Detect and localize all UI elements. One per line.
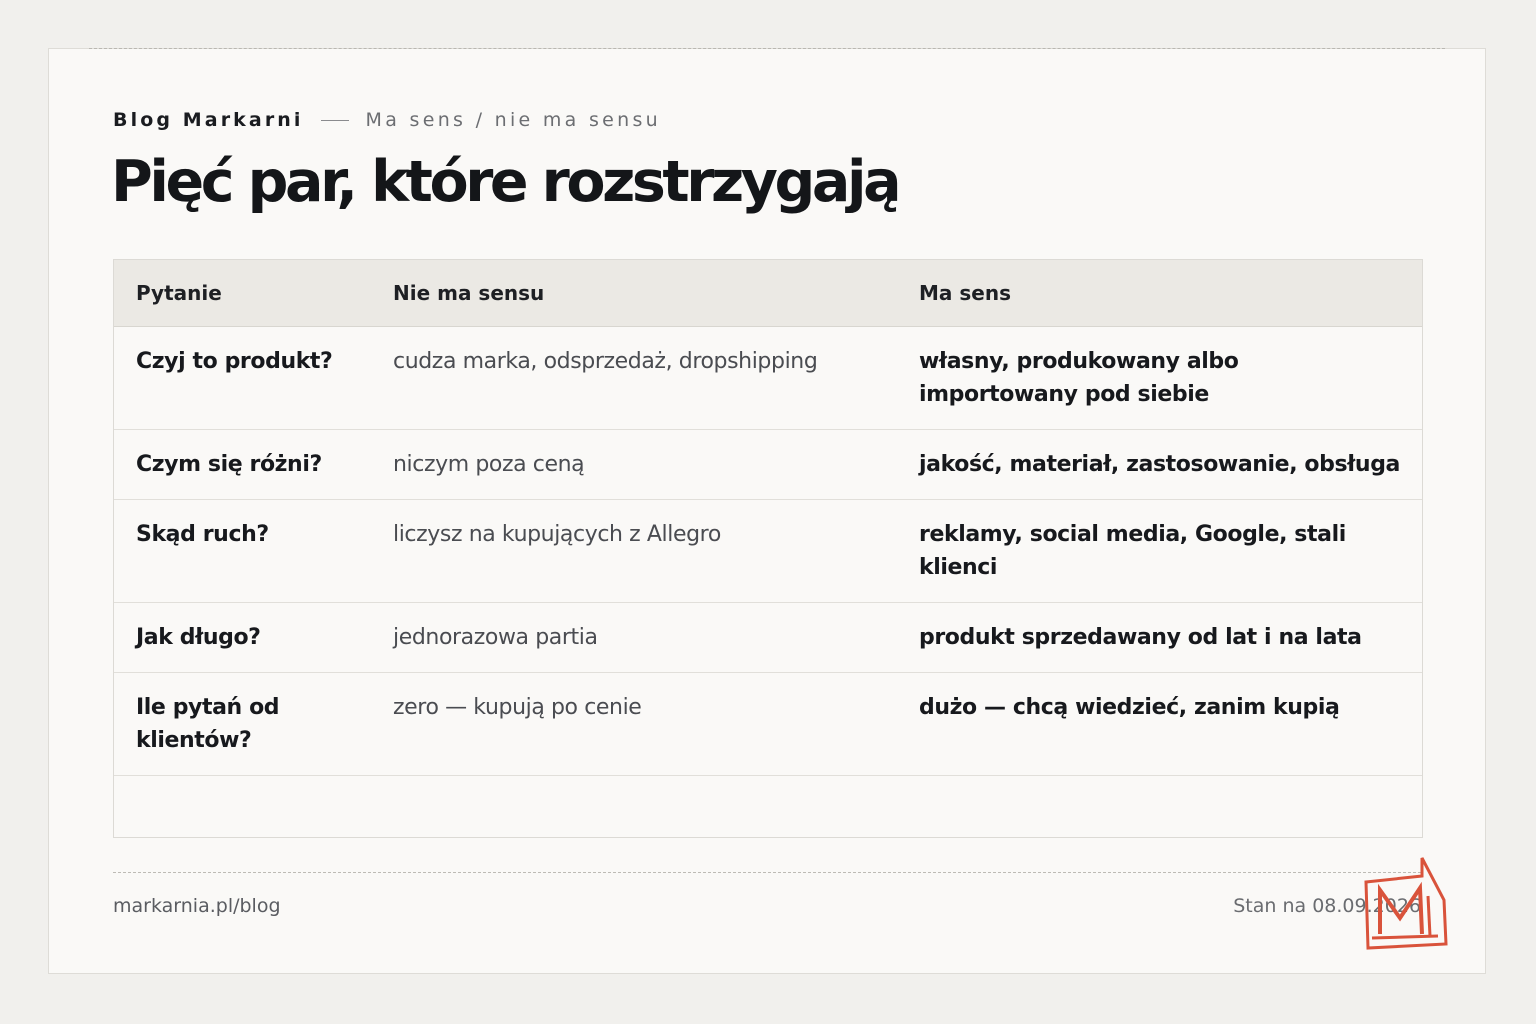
article-card: Blog Markarni Ma sens / nie ma sensu Pię… xyxy=(48,48,1486,974)
blog-brand[interactable]: Blog Markarni xyxy=(113,109,304,131)
table-row: Czyj to produkt? cudza marka, odsprzedaż… xyxy=(114,326,1422,430)
makes-sense-cell: własny, produkowany albo importowany pod… xyxy=(897,326,1422,430)
question-cell: Skąd ruch? xyxy=(114,499,371,603)
makes-sense-cell: dużo — chcą wiedzieć, zanim kupią xyxy=(897,672,1422,776)
footer-divider xyxy=(113,872,1421,873)
no-sense-cell: cudza marka, odsprzedaż, dropshipping xyxy=(371,326,897,430)
column-header-makes-sense: Ma sens xyxy=(897,260,1422,327)
makes-sense-cell: reklamy, social media, Google, stali kli… xyxy=(897,499,1422,603)
markarnia-logo-icon xyxy=(1364,857,1448,950)
table-row: Czym się różni? niczym poza ceną jakość,… xyxy=(114,429,1422,500)
table-row: Ile pytań od klientów? zero — kupują po … xyxy=(114,672,1422,776)
question-cell: Czym się różni? xyxy=(114,429,371,500)
makes-sense-cell: produkt sprzedawany od lat i na lata xyxy=(897,602,1422,673)
question-cell: Ile pytań od klientów? xyxy=(114,672,371,776)
question-cell: Czyj to produkt? xyxy=(114,326,371,430)
table-row: Skąd ruch? liczysz na kupujących z Alleg… xyxy=(114,499,1422,603)
table-row: Jak długo? jednorazowa partia produkt sp… xyxy=(114,602,1422,673)
column-header-no-sense: Nie ma sensu xyxy=(371,260,897,327)
no-sense-cell: niczym poza ceną xyxy=(371,429,897,500)
table-header-row: Pytanie Nie ma sensu Ma sens xyxy=(114,260,1422,327)
page-title: Pięć par, które rozstrzygają xyxy=(111,149,902,215)
question-cell: Jak długo? xyxy=(114,602,371,673)
card-top-divider xyxy=(89,48,1445,49)
no-sense-cell: liczysz na kupujących z Allegro xyxy=(371,499,897,603)
makes-sense-cell: jakość, materiał, zastosowanie, obsługa xyxy=(897,429,1422,500)
comparison-table: Pytanie Nie ma sensu Ma sens Czyj to pro… xyxy=(113,259,1423,838)
breadcrumb-separator xyxy=(320,119,349,121)
no-sense-cell: jednorazowa partia xyxy=(371,602,897,673)
section-label: Ma sens / nie ma sensu xyxy=(365,109,662,131)
footer-url-link[interactable]: markarnia.pl/blog xyxy=(113,895,281,917)
column-header-question: Pytanie xyxy=(114,260,371,327)
breadcrumb: Blog Markarni Ma sens / nie ma sensu xyxy=(113,109,661,131)
no-sense-cell: zero — kupują po cenie xyxy=(371,672,897,776)
